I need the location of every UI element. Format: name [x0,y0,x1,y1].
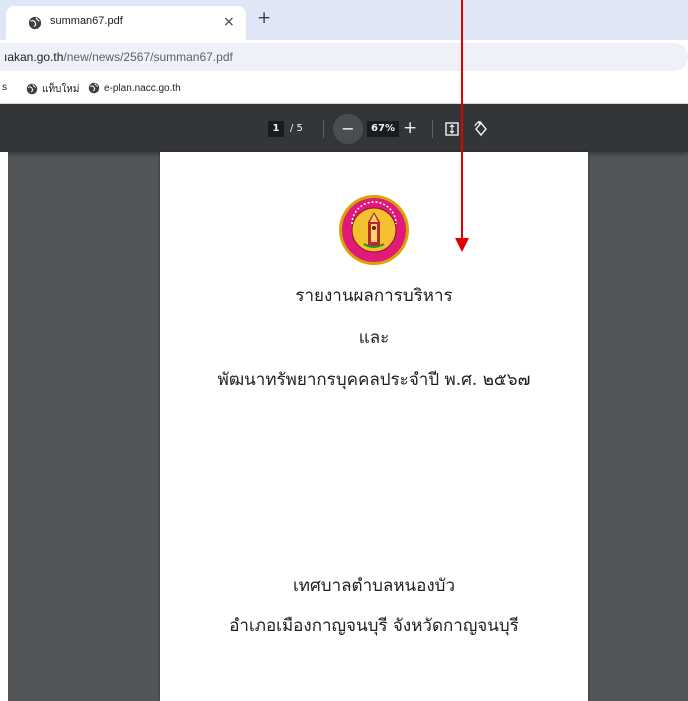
pdf-toolbar: 1 / 5 − 67% + [0,104,688,152]
zoom-out-button[interactable]: − [333,114,363,144]
tab-title: summan67.pdf [50,15,123,27]
address-bar[interactable]: ıakan.go.th/new/news/2567/summan67.pdf [0,43,688,71]
document-subtitle: พัฒนาทรัพยากรบุคคลประจำปี พ.ศ. ๒๕๖๗ [217,370,531,390]
red-arrow-annotation [455,0,469,252]
bookmarks-bar: s แท็บใหม่ e-plan.nacc.go.th [0,76,688,104]
globe-icon [88,82,100,94]
zoom-in-button[interactable]: + [403,118,417,138]
close-tab-icon[interactable]: × [223,13,235,31]
bookmark-label: แท็บใหม่ [42,84,80,95]
toolbar-divider [323,120,324,138]
left-panel-edge [0,152,8,701]
tab-summan67[interactable]: summan67.pdf × [6,6,246,40]
globe-icon [26,83,38,95]
tab-strip: summan67.pdf × + [0,0,688,40]
url-text[interactable]: ıakan.go.th/new/news/2567/summan67.pdf [4,50,233,64]
municipality-seal [339,195,409,265]
url-host: ıakan.go.th [4,50,64,64]
toolbar-divider [432,120,433,138]
bookmark-item-s[interactable]: s [2,82,7,93]
page-number-input[interactable]: 1 [268,121,284,137]
pdf-page: รายงานผลการบริหาร และ พัฒนาทรัพยากรบุคคล… [160,152,588,701]
bookmark-label: s [2,82,7,93]
browser-toolbar: ıakan.go.th/new/news/2567/summan67.pdf [0,40,688,76]
bookmark-item-new-tab[interactable]: แท็บใหม่ [26,82,79,97]
url-path: /new/news/2567/summan67.pdf [63,50,233,64]
globe-icon [28,16,42,30]
zoom-level-input[interactable]: 67% [367,121,399,137]
page-count: / 5 [290,123,303,134]
document-title: รายงานผลการบริหาร [295,286,453,306]
bookmark-label: e-plan.nacc.go.th [104,83,181,94]
rotate-icon[interactable] [473,121,489,137]
bookmark-item-e-plan[interactable]: e-plan.nacc.go.th [88,82,181,94]
organization-location: อำเภอเมืองกาญจนบุรี จังหวัดกาญจนบุรี [229,616,519,636]
new-tab-button[interactable]: + [257,9,271,27]
document-title-connector: และ [358,328,390,348]
organization-name: เทศบาลตำบลหนองบัว [292,576,456,596]
